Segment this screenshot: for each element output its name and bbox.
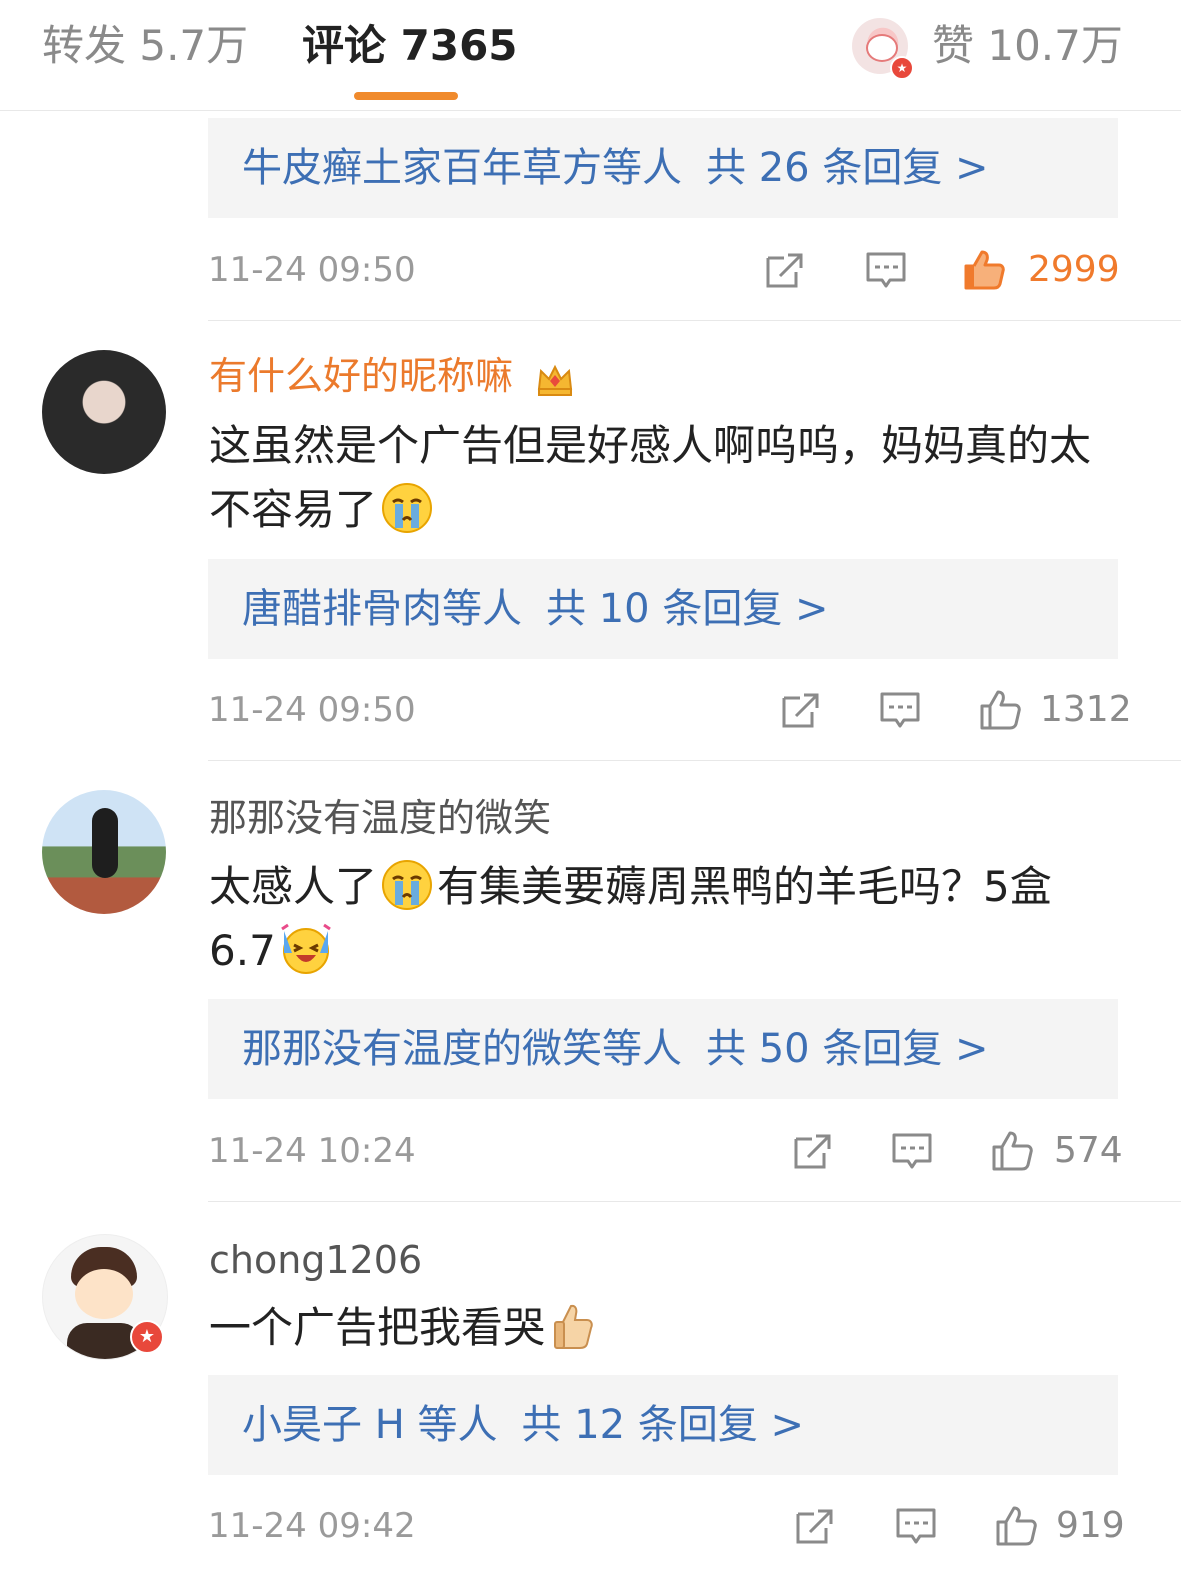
replies-count[interactable]: 共 26 条回复 > [706,145,989,191]
crying-emoji-icon [381,482,433,534]
replies-count[interactable]: 共 12 条回复 > [522,1402,805,1448]
crying-emoji-icon [381,859,433,911]
share-icon[interactable] [790,1129,834,1173]
comment-text: 这虽然是个广告但是好感人啊呜呜，妈妈真的太不容易了 [209,421,1092,534]
share-icon[interactable] [792,1504,836,1548]
share-icon[interactable] [778,688,822,732]
verified-badge-icon: ★ [130,1320,164,1354]
tab-bar: 转发 5.7万 评论 7365 ★ 赞 10.7万 [0,0,1181,111]
replies-count[interactable]: 共 10 条回复 > [546,586,829,632]
thumbs-up-emoji-icon [554,1304,593,1349]
tab-comments[interactable]: 评论 7365 [302,18,518,74]
comment-username[interactable]: 有什么好的昵称嘛 [209,352,575,400]
share-icon[interactable] [762,248,806,292]
replies-preview[interactable]: 唐醋排骨肉等人共 10 条回复 > [208,559,1118,659]
like-icon[interactable] [962,248,1006,292]
comment-icon[interactable] [878,688,922,732]
divider [208,320,1181,321]
comment-time: 11-24 09:42 [208,1506,416,1546]
replies-users[interactable]: 小昊子 H 等人 [242,1402,498,1448]
like-icon[interactable] [978,688,1022,732]
replies-users[interactable]: 那那没有温度的微笑等人 [242,1026,682,1072]
comment-text: 太感人了 有集美要薅周黑鸭的羊毛吗？5盒 6.7 [209,855,1129,983]
crown-icon [537,364,573,396]
like-count[interactable]: 919 [1056,1502,1125,1550]
comment-text: 一个广告把我看哭 [209,1296,1129,1360]
divider [208,1201,1181,1202]
replies-users[interactable]: 牛皮癣土家百年草方等人 [242,145,682,191]
comment-meta: 11-24 10:24 574 [208,1121,1123,1181]
like-count[interactable]: 574 [1054,1127,1123,1175]
active-tab-indicator [354,92,458,100]
comment-time: 11-24 09:50 [208,250,416,290]
like-count[interactable]: 2999 [1028,246,1120,294]
comment-username[interactable]: chong1206 [209,1236,422,1284]
comment-meta: 11-24 09:50 1312 [208,680,1132,740]
comment-icon[interactable] [864,248,908,292]
like-icon[interactable] [990,1129,1034,1173]
replies-preview[interactable]: 牛皮癣土家百年草方等人共 26 条回复 > [208,118,1118,218]
user-avatar[interactable] [42,350,166,474]
replies-count[interactable]: 共 50 条回复 > [706,1026,989,1072]
comment-username[interactable]: 那那没有温度的微笑 [209,794,551,842]
replies-users[interactable]: 唐醋排骨肉等人 [242,586,522,632]
like-count[interactable]: 1312 [1040,686,1132,734]
user-avatar[interactable] [42,790,166,914]
divider [208,760,1181,761]
comment-icon[interactable] [890,1129,934,1173]
tab-forward[interactable]: 转发 5.7万 [42,18,248,74]
comment-meta: 11-24 09:50 2999 [208,240,1120,300]
laugh-cry-emoji-icon [280,923,332,975]
comment-time: 11-24 09:50 [208,690,416,730]
comment-icon[interactable] [894,1504,938,1548]
tab-likes[interactable]: 赞 10.7万 [932,18,1123,74]
comment-meta: 11-24 09:42 919 [208,1496,1125,1556]
replies-preview[interactable]: 小昊子 H 等人共 12 条回复 > [208,1375,1118,1475]
like-icon[interactable] [994,1504,1038,1548]
replies-preview[interactable]: 那那没有温度的微笑等人共 50 条回复 > [208,999,1118,1099]
verified-badge-icon: ★ [890,56,914,80]
comment-time: 11-24 10:24 [208,1131,416,1171]
